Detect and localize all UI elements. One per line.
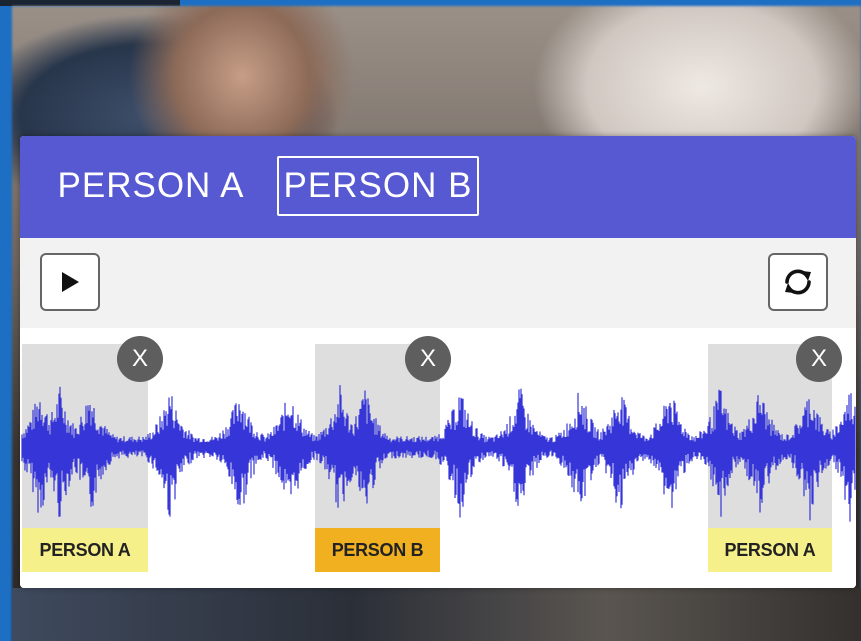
background-photo-bottom — [12, 588, 861, 641]
remove-segment-button[interactable]: X — [796, 336, 842, 382]
playback-toolbar — [20, 238, 856, 328]
remove-segment-button[interactable]: X — [405, 336, 451, 382]
remove-segment-button[interactable]: X — [117, 336, 163, 382]
refresh-icon — [785, 269, 811, 295]
refresh-button[interactable] — [768, 253, 828, 311]
waveform-area[interactable]: PERSON A PERSON B PERSON A X X X — [20, 328, 856, 588]
tab-person-b[interactable]: PERSON B — [277, 156, 479, 216]
speaker-diarization-panel: PERSON A PERSON B PERSON A PERSON B PERS… — [20, 136, 856, 588]
screen: PERSON A PERSON B PERSON A PERSON B PERS… — [0, 0, 861, 641]
play-icon — [62, 272, 79, 292]
tab-person-a[interactable]: PERSON A — [40, 156, 262, 216]
speaker-tab-bar: PERSON A PERSON B — [20, 136, 856, 238]
play-button[interactable] — [40, 253, 100, 311]
waveform-trace — [21, 385, 856, 522]
